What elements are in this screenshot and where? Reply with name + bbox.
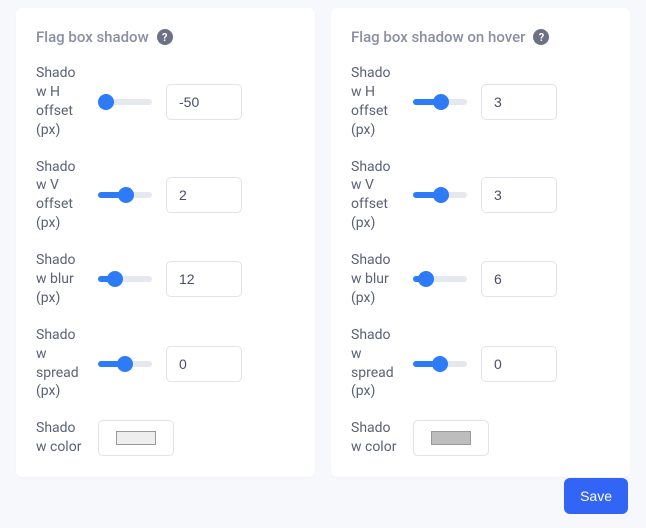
label-shadow-h-offset: Shadow H offset (px) <box>36 64 84 140</box>
input-shadow-spread[interactable] <box>481 346 557 382</box>
flag-box-shadow-panel: Flag box shadow ? Shadow H offset (px) S… <box>16 8 315 477</box>
input-shadow-h-offset[interactable] <box>481 84 557 120</box>
slider-shadow-blur[interactable] <box>413 276 467 282</box>
color-picker-shadow[interactable] <box>98 420 174 456</box>
slider-shadow-h-offset[interactable] <box>98 99 152 105</box>
label-shadow-h-offset: Shadow H offset (px) <box>351 64 399 140</box>
row-shadow-v-offset: Shadow V offset (px) <box>351 158 610 234</box>
row-shadow-color: Shadow color <box>351 419 610 457</box>
flag-box-shadow-hover-panel: Flag box shadow on hover ? Shadow H offs… <box>331 8 630 477</box>
row-shadow-v-offset: Shadow V offset (px) <box>36 158 295 234</box>
row-shadow-blur: Shadow blur (px) <box>351 251 610 308</box>
label-shadow-blur: Shadow blur (px) <box>351 251 399 308</box>
color-picker-shadow[interactable] <box>413 420 489 456</box>
slider-shadow-v-offset[interactable] <box>413 192 467 198</box>
label-shadow-color: Shadow color <box>36 419 84 457</box>
label-shadow-v-offset: Shadow V offset (px) <box>351 158 399 234</box>
row-shadow-h-offset: Shadow H offset (px) <box>351 64 610 140</box>
color-swatch-icon <box>431 431 471 445</box>
label-shadow-color: Shadow color <box>351 419 399 457</box>
slider-shadow-spread[interactable] <box>413 361 467 367</box>
input-shadow-blur[interactable] <box>481 261 557 297</box>
slider-shadow-v-offset[interactable] <box>98 192 152 198</box>
slider-shadow-h-offset[interactable] <box>413 99 467 105</box>
row-shadow-spread: Shadow spread (px) <box>351 326 610 402</box>
input-shadow-v-offset[interactable] <box>166 177 242 213</box>
save-button[interactable]: Save <box>564 478 628 514</box>
label-shadow-spread: Shadow spread (px) <box>351 326 399 402</box>
label-shadow-blur: Shadow blur (px) <box>36 251 84 308</box>
row-shadow-spread: Shadow spread (px) <box>36 326 295 402</box>
input-shadow-h-offset[interactable] <box>166 84 242 120</box>
label-shadow-spread: Shadow spread (px) <box>36 326 84 402</box>
input-shadow-v-offset[interactable] <box>481 177 557 213</box>
panel-title-text: Flag box shadow <box>36 28 149 46</box>
panel-title: Flag box shadow ? <box>36 28 295 46</box>
panel-title: Flag box shadow on hover ? <box>351 28 610 46</box>
color-swatch-icon <box>116 431 156 445</box>
row-shadow-h-offset: Shadow H offset (px) <box>36 64 295 140</box>
input-shadow-blur[interactable] <box>166 261 242 297</box>
row-shadow-color: Shadow color <box>36 419 295 457</box>
row-shadow-blur: Shadow blur (px) <box>36 251 295 308</box>
help-icon[interactable]: ? <box>157 29 173 45</box>
slider-shadow-blur[interactable] <box>98 276 152 282</box>
label-shadow-v-offset: Shadow V offset (px) <box>36 158 84 234</box>
input-shadow-spread[interactable] <box>166 346 242 382</box>
help-icon[interactable]: ? <box>533 29 549 45</box>
panel-title-text: Flag box shadow on hover <box>351 28 525 46</box>
slider-shadow-spread[interactable] <box>98 361 152 367</box>
